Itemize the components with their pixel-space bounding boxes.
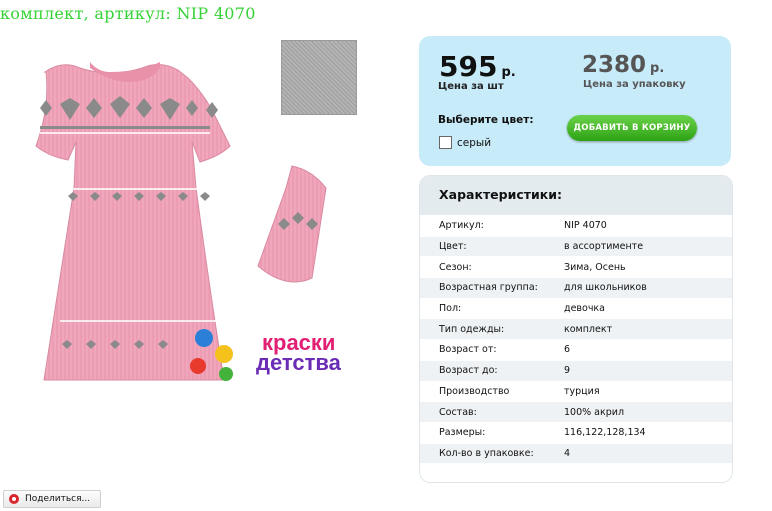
- row-key: Пол:: [439, 303, 462, 315]
- row-key: Артикул:: [439, 220, 484, 232]
- table-row: Состав: 100% акрил: [420, 401, 732, 422]
- pack-price-value: 2380: [582, 52, 647, 78]
- row-value: 100% акрил: [564, 406, 625, 418]
- row-value: 4: [564, 447, 571, 459]
- color-select-label: Выберите цвет:: [438, 114, 534, 126]
- row-value: Зима, Осень: [564, 261, 626, 273]
- characteristics-table: Артикул: NIP 4070 Цвет: в ассортименте Сез…: [420, 215, 732, 464]
- row-key: Производство: [439, 385, 510, 397]
- row-key: Состав:: [439, 406, 477, 418]
- row-value: 6: [564, 344, 571, 356]
- characteristics-title: Характеристики:: [420, 176, 732, 215]
- table-row: Сезон: Зима, Осень: [420, 256, 732, 278]
- row-value: турция: [564, 385, 600, 397]
- table-row: Кол-во в упаковке: 4: [420, 442, 732, 464]
- row-value: в ассортименте: [564, 241, 644, 253]
- table-row: Цвет: в ассортименте: [420, 235, 732, 257]
- table-row: Артикул: NIP 4070: [420, 215, 732, 236]
- row-key: Кол-во в упаковке:: [439, 447, 534, 459]
- row-value: девочка: [564, 303, 605, 315]
- row-key: Цвет:: [439, 241, 467, 253]
- add-to-cart-button[interactable]: ДОБАВИТЬ В КОРЗИНУ: [567, 115, 697, 141]
- color-swatch-grey[interactable]: [281, 40, 357, 115]
- legwarmer-image: [257, 165, 327, 283]
- color-option-grey[interactable]: серый: [439, 136, 491, 149]
- row-key: Возраст до:: [439, 365, 498, 377]
- table-row: Тип одежды: комплект: [420, 318, 732, 340]
- unit-price-value: 595: [439, 50, 498, 83]
- color-option-label: серый: [457, 136, 492, 149]
- page-title: комплект, артикул: NIP 4070: [0, 4, 256, 23]
- row-key: Возраст от:: [439, 344, 497, 356]
- pack-price-label: Цена за упаковку: [583, 79, 686, 90]
- pack-price: 2380 р.: [582, 52, 664, 78]
- row-value: для школьников: [564, 282, 647, 294]
- svg-text:детства: детства: [256, 350, 342, 375]
- table-row: Возрастная группа: для школьников: [420, 277, 732, 298]
- share-button[interactable]: Поделиться...: [3, 490, 101, 508]
- share-label: Поделиться...: [25, 494, 91, 504]
- row-value: комплект: [564, 323, 613, 335]
- table-row: Пол: девочка: [420, 297, 732, 319]
- color-checkbox[interactable]: [439, 136, 452, 149]
- characteristics-panel: Характеристики: Артикул: NIP 4070 Цвет: в …: [419, 175, 733, 483]
- unit-price: 595 р.: [439, 50, 516, 83]
- table-row: Возраст от: 6: [420, 339, 732, 360]
- table-row: Производство турция: [420, 380, 732, 402]
- row-key: Возрастная группа:: [439, 282, 538, 294]
- row-key: Размеры:: [439, 427, 486, 439]
- row-key: Сезон:: [439, 261, 472, 273]
- unit-price-currency: р.: [501, 65, 516, 80]
- table-row: Возраст до: 9: [420, 359, 732, 381]
- pack-price-currency: р.: [650, 61, 665, 76]
- row-value: 9: [564, 365, 571, 377]
- row-key: Тип одежды:: [439, 323, 505, 335]
- table-row: Размеры: 116,122,128,134: [420, 421, 732, 443]
- unit-price-label: Цена за шт: [438, 81, 504, 92]
- row-value: 116,122,128,134: [564, 427, 646, 439]
- price-panel: 595 р. Цена за шт 2380 р. Цена за упаковку…: [419, 36, 731, 166]
- row-value: NIP 4070: [564, 220, 607, 232]
- share-icon: [9, 494, 19, 504]
